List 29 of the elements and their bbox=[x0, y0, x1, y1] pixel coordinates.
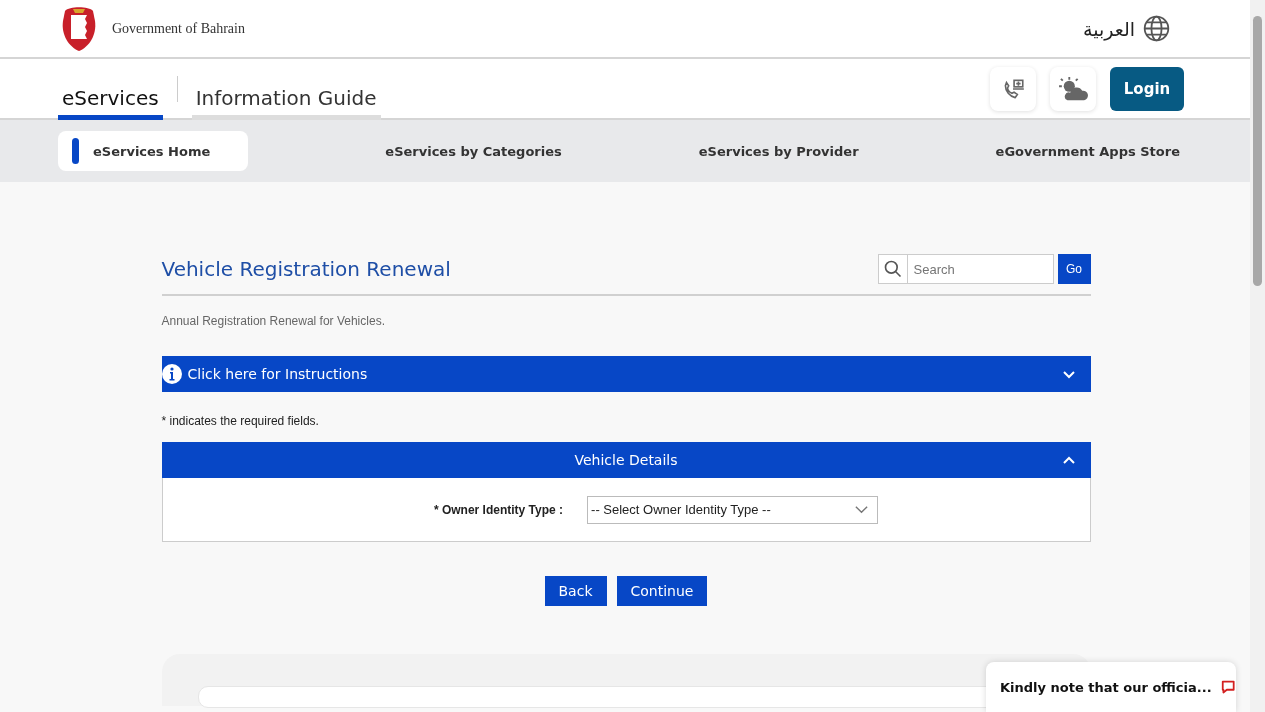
language-label: العربية bbox=[1083, 17, 1135, 40]
login-button[interactable]: Login bbox=[1110, 66, 1184, 111]
scrollbar[interactable] bbox=[1250, 0, 1265, 712]
field-label: * Owner Identity Type : bbox=[433, 502, 564, 517]
required-note: * indicates the required fields. bbox=[161, 414, 320, 428]
weather-icon bbox=[1058, 75, 1088, 102]
weather-button[interactable] bbox=[1050, 66, 1096, 111]
site-title: Government of Bahrain bbox=[112, 20, 245, 37]
active-indicator bbox=[72, 138, 79, 164]
search-field[interactable]: Search bbox=[907, 254, 1054, 284]
continue-button[interactable]: Continue bbox=[616, 576, 708, 606]
nav-item[interactable]: eServices Home bbox=[58, 131, 249, 171]
section-header[interactable]: Vehicle Details bbox=[161, 442, 1091, 478]
nav-item[interactable]: eServices by Categories bbox=[385, 131, 562, 171]
scrollbar-thumb[interactable] bbox=[1253, 16, 1262, 286]
notice-popup[interactable]: Kindly note that our officia... bbox=[986, 662, 1236, 712]
globe-icon bbox=[1143, 15, 1170, 42]
back-button[interactable]: Back bbox=[544, 576, 607, 606]
page-description: Annual Registration Renewal for Vehicles. bbox=[161, 314, 386, 328]
nav-item[interactable]: eGovernment Apps Store bbox=[995, 131, 1180, 171]
go-button[interactable]: Go bbox=[1057, 254, 1091, 284]
nav-item[interactable]: eServices by Provider bbox=[698, 131, 859, 171]
owner-identity-select[interactable]: -- Select Owner Identity Type -- bbox=[587, 495, 879, 524]
info-icon bbox=[161, 364, 182, 384]
page-title: Vehicle Registration Renewal bbox=[161, 257, 451, 281]
instructions-toggle[interactable]: Click here for Instructions bbox=[161, 356, 1091, 392]
search-icon bbox=[877, 254, 908, 284]
language-link[interactable]: العربية bbox=[1083, 15, 1170, 42]
emergency-call-button[interactable] bbox=[990, 66, 1036, 111]
